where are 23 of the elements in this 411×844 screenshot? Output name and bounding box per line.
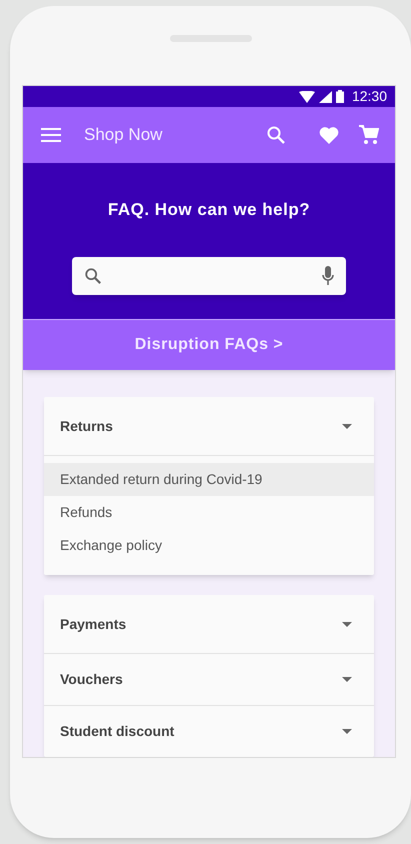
caret-icon xyxy=(342,622,352,626)
faq-section-header[interactable]: Returns xyxy=(44,397,374,455)
search-icon[interactable] xyxy=(266,125,286,146)
search-icon xyxy=(84,266,102,285)
app-title: Shop Now xyxy=(84,124,162,146)
heart-icon[interactable] xyxy=(319,126,339,144)
hero-title: FAQ. How can we help? xyxy=(108,199,310,222)
faq-item[interactable]: Extanded return during Covid-19 xyxy=(44,463,374,496)
cart-icon[interactable] xyxy=(359,125,379,146)
microphone-icon xyxy=(322,266,334,286)
caret-icon xyxy=(342,677,352,682)
signal-icon xyxy=(318,90,332,102)
faq-section-header[interactable]: Student discount xyxy=(44,706,374,757)
caret-icon xyxy=(342,729,352,734)
faq-item[interactable]: Exchange policy xyxy=(44,529,374,562)
faq-item[interactable]: Refunds xyxy=(44,496,374,529)
wifi-icon xyxy=(298,90,315,102)
search-field[interactable] xyxy=(72,256,346,295)
status-time: 12:30 xyxy=(352,87,387,106)
caret-icon xyxy=(342,424,352,428)
faq-section-header[interactable]: Vouchers xyxy=(44,654,374,705)
faq-section-header[interactable]: Payments xyxy=(44,595,374,653)
battery-icon xyxy=(336,90,344,103)
